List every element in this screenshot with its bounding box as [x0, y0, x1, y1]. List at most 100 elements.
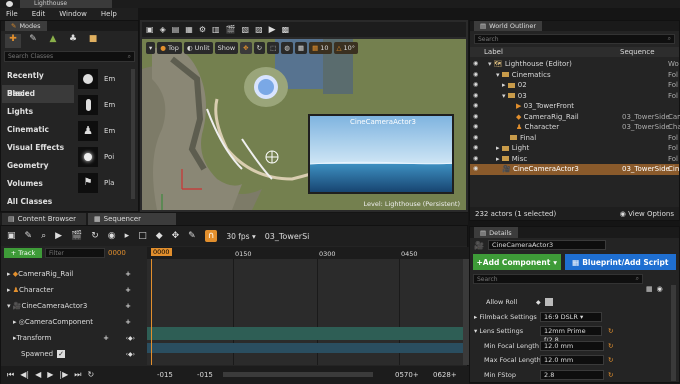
tab-details[interactable]: ▤ Details: [474, 227, 518, 238]
column-label[interactable]: Label: [484, 48, 503, 56]
save-icon[interactable]: ▣: [7, 231, 16, 241]
view-range-end[interactable]: 0570+: [395, 371, 419, 379]
add-track-button[interactable]: + Track: [4, 248, 42, 258]
reset-icon[interactable]: ↻: [608, 371, 613, 379]
rotate-icon[interactable]: ↻: [253, 42, 266, 54]
outliner-search-input[interactable]: Search ⌕: [474, 34, 675, 44]
timeline-area[interactable]: [147, 259, 469, 365]
edit-icon[interactable]: ✎: [25, 231, 33, 241]
reset-icon[interactable]: ↻: [608, 342, 613, 350]
prev-key-icon[interactable]: ◀|: [20, 370, 29, 380]
list-item[interactable]: Em: [78, 68, 130, 89]
camera-icon[interactable]: ▶: [55, 231, 62, 241]
viewport-options-button[interactable]: ▾: [146, 42, 156, 54]
play-icon[interactable]: ▶: [269, 25, 276, 35]
reset-icon[interactable]: ↻: [608, 356, 613, 364]
translate-icon[interactable]: ✥: [240, 42, 252, 54]
rotation-snap-button[interactable]: △ 10°: [333, 42, 359, 54]
category-lights[interactable]: Lights: [2, 103, 74, 121]
spawned-checkbox[interactable]: ✓: [57, 350, 66, 358]
transform-icon[interactable]: ✥: [172, 231, 180, 241]
view-options-button[interactable]: ◉ View Options: [620, 210, 674, 218]
view-range-start[interactable]: -015: [197, 371, 213, 379]
key-nav-icon[interactable]: ‹◆›: [126, 351, 135, 358]
scrollbar[interactable]: [131, 69, 135, 199]
tab-content-browser[interactable]: ▤ Content Browser: [2, 213, 86, 225]
refresh-icon[interactable]: ↻: [91, 231, 99, 241]
range-slider[interactable]: [223, 372, 373, 377]
visibility-icon[interactable]: ◉: [473, 59, 478, 70]
list-item[interactable]: Poi: [78, 146, 130, 167]
tab-sequencer[interactable]: ▦ Sequencer: [88, 213, 176, 225]
key-nav-icon[interactable]: ‹◆›: [126, 335, 135, 342]
track-camera-rig[interactable]: ▸ ◆ CameraRig_Rail +: [1, 266, 139, 282]
foliage-mode-icon[interactable]: ♣: [65, 34, 81, 48]
show-button[interactable]: Show: [214, 42, 239, 54]
frame-field[interactable]: 0000: [108, 249, 126, 257]
add-icon[interactable]: +: [125, 302, 131, 310]
source-control-icon[interactable]: ◈: [160, 25, 166, 34]
list-item[interactable]: ♟ Em: [78, 120, 130, 141]
eye-icon[interactable]: ◉: [657, 285, 663, 293]
spawned-section[interactable]: [147, 343, 469, 353]
visibility-icon[interactable]: ◉: [473, 154, 478, 165]
visibility-icon[interactable]: ◉: [473, 112, 478, 123]
reset-icon[interactable]: ◆: [536, 299, 541, 306]
column-sequence[interactable]: Sequence: [620, 48, 655, 56]
launch-icon[interactable]: ▩: [282, 25, 290, 34]
filmback-select[interactable]: 16:9 DSLR ▾: [540, 311, 602, 322]
settings-icon[interactable]: ⚙: [199, 25, 206, 34]
next-key-icon[interactable]: |▶: [59, 370, 68, 380]
list-item[interactable]: ◉◆ CameraRig_Rail03_TowerSideCam: [470, 112, 680, 123]
lens-select[interactable]: 12mm Prime f/2.8: [540, 326, 602, 344]
visibility-icon[interactable]: ◉: [473, 91, 478, 102]
filter-input[interactable]: Filter: [45, 248, 105, 258]
menu-help[interactable]: Help: [101, 10, 117, 18]
reset-icon[interactable]: ↻: [608, 327, 613, 335]
playhead[interactable]: [151, 259, 152, 365]
blueprints-icon[interactable]: ▥: [212, 25, 220, 34]
visibility-icon[interactable]: ◉: [473, 133, 478, 144]
view-mode-button[interactable]: ● Top: [157, 42, 182, 54]
grid-snap-button[interactable]: ▦ 10: [309, 42, 332, 54]
track-spawned[interactable]: Spawned ✓ ‹◆›: [1, 346, 139, 362]
list-item[interactable]: ◉ ▸ 02 Fol: [470, 80, 679, 91]
list-item[interactable]: ◉ ▾ 03 Fol: [470, 91, 679, 102]
add-icon[interactable]: +: [125, 286, 131, 294]
save-icon[interactable]: ▣: [146, 25, 154, 34]
skip-start-icon[interactable]: ⏮: [7, 370, 14, 380]
visibility-icon[interactable]: ◉: [473, 164, 478, 175]
track-cine-camera[interactable]: ▾ 🎥 CineCameraActor3 +: [1, 298, 139, 314]
category-recently-placed[interactable]: Recently Placed: [2, 67, 74, 98]
range-start[interactable]: -015: [157, 371, 173, 379]
menu-window[interactable]: Window: [59, 10, 87, 18]
cinematics-icon[interactable]: 🎬: [226, 25, 236, 34]
paint-mode-icon[interactable]: ✎: [25, 34, 41, 48]
category-cinematic[interactable]: Cinematic: [2, 121, 74, 139]
property-matrix-icon[interactable]: ▦: [646, 285, 653, 293]
add-icon[interactable]: +: [103, 334, 109, 342]
loop-icon[interactable]: ↻: [87, 370, 94, 380]
visibility-icon[interactable]: ◉: [473, 143, 478, 154]
menu-edit[interactable]: Edit: [32, 10, 46, 18]
category-volumes[interactable]: Volumes: [2, 175, 74, 193]
category-basic[interactable]: Basic: [2, 85, 74, 103]
list-item[interactable]: ⚑ Pla: [78, 172, 130, 193]
playhead-label[interactable]: 0000: [151, 248, 172, 256]
list-item[interactable]: ◉ ▸ Misc Fol: [470, 154, 679, 165]
allow-roll-checkbox[interactable]: [545, 298, 553, 307]
visibility-icon[interactable]: ◉: [473, 70, 478, 81]
category-geometry[interactable]: Geometry: [2, 157, 74, 175]
actor-name-input[interactable]: CineCameraActor3: [487, 240, 606, 250]
landscape-mode-icon[interactable]: ▲: [45, 34, 61, 48]
reverse-icon[interactable]: ◀: [35, 370, 41, 380]
content-icon[interactable]: ▤: [172, 25, 180, 34]
geometry-mode-icon[interactable]: ■: [85, 34, 101, 48]
search-icon[interactable]: ⌕: [41, 231, 46, 241]
build-icon[interactable]: ▧: [242, 25, 250, 34]
key-icon[interactable]: ◆: [156, 231, 163, 241]
list-item[interactable]: ◉ ▾ 🗺 Lighthouse (Editor) Wo: [470, 59, 679, 70]
tab-modes[interactable]: ✎ Modes: [5, 21, 47, 31]
transform-section[interactable]: [147, 327, 469, 340]
lighting-mode-button[interactable]: ◐ Unlit: [183, 42, 213, 54]
